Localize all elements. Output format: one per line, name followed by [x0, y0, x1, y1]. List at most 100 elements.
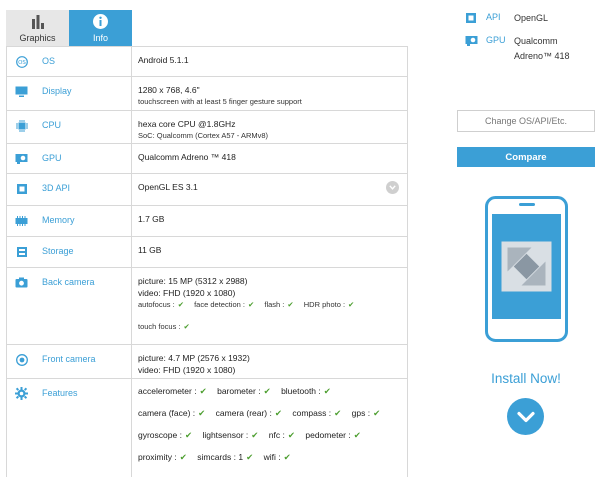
svg-text:OS: OS — [18, 60, 26, 66]
check-icon: ✔ — [198, 408, 206, 418]
check-icon: ✔ — [373, 408, 381, 418]
gpu-value-line-1: Qualcomm — [514, 36, 558, 46]
gpu-icon — [15, 152, 28, 165]
memory-icon — [15, 214, 28, 227]
spec-row-display: Display 1280 x 768, 4.6" touchscreen wit… — [6, 77, 408, 111]
3d-api-value: OpenGL ES 3.1 — [138, 182, 198, 192]
check-icon: ✔ — [287, 300, 294, 309]
os-icon: OS — [15, 55, 28, 68]
3d-api-icon — [465, 12, 477, 24]
tab-info[interactable]: Info — [69, 10, 132, 46]
api-summary-gpu: GPU Qualcomm Adreno™ 418 — [465, 35, 570, 63]
phone-illustration — [485, 196, 568, 342]
back-camera-picture: picture: 15 MP (5312 x 2988) — [138, 276, 248, 286]
feature-camera-rear: camera (rear) : — [215, 408, 272, 418]
os-label: OS — [42, 56, 56, 66]
check-icon: ✔ — [353, 430, 361, 440]
front-camera-icon — [15, 353, 28, 366]
spec-row-storage: Storage 11 GB — [6, 237, 408, 268]
features-line: proximity : ✔ simcards : 1 ✔ wifi : ✔ — [138, 451, 407, 473]
spec-row-features: Features accelerometer : ✔ barometer : ✔ b… — [6, 379, 408, 477]
check-icon: ✔ — [263, 386, 271, 396]
spec-row-front-camera: Front camera picture: 4.7 MP (2576 x 193… — [6, 345, 408, 379]
feature-bluetooth: bluetooth : — [281, 386, 321, 396]
info-icon — [93, 14, 108, 30]
spec-row-3d-api: 3D API OpenGL ES 3.1 — [6, 174, 408, 206]
gpu-label: GPU — [42, 153, 62, 163]
feature-barometer: barometer : — [217, 386, 261, 396]
spec-row-gpu: GPU Qualcomm Adreno ™ 418 — [6, 144, 408, 174]
memory-label: Memory — [42, 215, 75, 225]
api-summary: API OpenGL GPU Qualcomm Adreno™ 418 — [465, 12, 570, 73]
features-gear-icon — [15, 387, 28, 400]
cpu-label: CPU — [42, 120, 62, 130]
features-line: camera (face) : ✔ camera (rear) : ✔ compas… — [138, 407, 407, 429]
front-camera-video: video: FHD (1920 x 1080) — [138, 365, 236, 375]
download-button[interactable] — [507, 398, 544, 435]
check-icon: ✔ — [274, 408, 282, 418]
feature-face-detection: face detection : — [194, 300, 245, 309]
spec-row-cpu: CPU hexa core CPU @1.8GHz SoC: Qualcomm … — [6, 111, 408, 144]
install-now-link[interactable]: Install Now! — [455, 371, 597, 386]
feature-camera-face: camera (face) : — [138, 408, 196, 418]
back-camera-features: autofocus : ✔ face detection : ✔ flash : ✔ … — [138, 299, 407, 321]
feature-nfc: nfc : — [268, 430, 285, 440]
check-icon: ✔ — [323, 386, 331, 396]
spec-row-os: OS OS Android 5.1.1 — [6, 47, 408, 77]
cpu-value: hexa core CPU @1.8GHz — [138, 119, 236, 129]
spec-row-memory: Memory 1.7 GB — [6, 206, 408, 237]
check-icon: ✔ — [246, 452, 254, 462]
feature-wifi: wifi : — [263, 452, 281, 462]
feature-hdr-photo: HDR photo : — [303, 300, 346, 309]
storage-value: 11 GB — [138, 245, 162, 255]
display-icon — [15, 85, 28, 98]
api-value: OpenGL — [514, 13, 549, 23]
back-camera-label: Back camera — [42, 277, 95, 287]
gpu-icon — [465, 35, 478, 47]
memory-value: 1.7 GB — [138, 214, 165, 224]
check-icon: ✔ — [348, 300, 355, 309]
feature-touch-focus: touch focus : — [138, 322, 181, 331]
front-camera-picture: picture: 4.7 MP (2576 x 1932) — [138, 353, 250, 363]
check-icon: ✔ — [334, 408, 342, 418]
front-camera-label: Front camera — [42, 354, 96, 364]
feature-flash: flash : — [264, 300, 285, 309]
check-icon: ✔ — [251, 430, 259, 440]
api-summary-api: API OpenGL — [465, 12, 570, 25]
cpu-sub: SoC: Qualcomm (Cortex A57 - ARMv8) — [138, 131, 269, 140]
features-line: accelerometer : ✔ barometer : ✔ bluetooth … — [138, 385, 407, 407]
gpu-key: GPU — [486, 35, 506, 45]
3d-api-label: 3D API — [42, 183, 71, 193]
check-icon: ✔ — [179, 452, 187, 462]
tab-graphics[interactable]: Graphics — [6, 10, 69, 46]
os-value: Android 5.1.1 — [138, 55, 189, 65]
download-chevron-icon — [516, 411, 535, 422]
check-icon: ✔ — [183, 322, 190, 331]
feature-proximity: proximity : — [138, 452, 177, 462]
graphics-bars-icon — [31, 14, 45, 30]
back-camera-video: video: FHD (1920 x 1080) — [138, 288, 236, 298]
display-value: 1280 x 768, 4.6" — [138, 85, 200, 95]
gpu-value: Qualcomm Adreno ™ 418 — [138, 152, 236, 162]
chevron-down-icon[interactable] — [386, 181, 399, 194]
compare-button[interactable]: Compare — [457, 147, 595, 167]
features-line: gyroscope : ✔ lightsensor : ✔ nfc : ✔ pedom… — [138, 429, 407, 451]
feature-accelerometer: accelerometer : — [138, 386, 197, 396]
tab-graphics-label: Graphics — [19, 32, 56, 43]
features-label: Features — [42, 388, 78, 398]
storage-icon — [15, 245, 28, 258]
view-tabs: Graphics Info — [6, 10, 132, 46]
api-key: API — [486, 12, 501, 22]
feature-simcards: simcards : 1 — [197, 452, 244, 462]
display-sub: touchscreen with at least 5 finger gestu… — [138, 97, 302, 106]
cpu-icon — [15, 119, 28, 132]
feature-autofocus: autofocus : — [138, 300, 175, 309]
check-icon: ✔ — [287, 430, 295, 440]
feature-lightsensor: lightsensor : — [202, 430, 249, 440]
check-icon: ✔ — [199, 386, 207, 396]
spec-table: OS OS Android 5.1.1 Display 1280 x 768, … — [6, 46, 408, 477]
check-icon: ✔ — [247, 300, 255, 309]
display-label: Display — [42, 86, 72, 96]
gpu-value-line-2: Adreno™ 418 — [514, 51, 570, 61]
change-os-api-button[interactable]: Change OS/API/Etc. — [457, 110, 595, 132]
